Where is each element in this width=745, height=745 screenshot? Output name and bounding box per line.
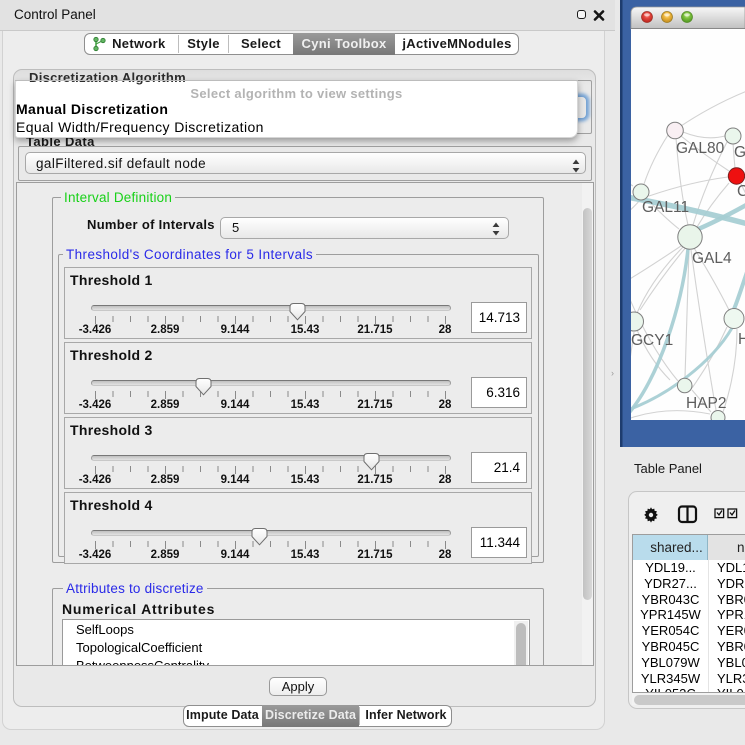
- svg-text:GAL80: GAL80: [676, 140, 725, 157]
- svg-text:H: H: [738, 331, 745, 348]
- svg-text:G.: G.: [734, 144, 745, 161]
- svg-text:HAP2: HAP2: [686, 395, 727, 412]
- svg-text:GCY1: GCY1: [631, 332, 673, 349]
- svg-text:C: C: [737, 183, 745, 200]
- svg-text:GAL4: GAL4: [692, 250, 732, 267]
- svg-text:GAL11: GAL11: [642, 199, 689, 216]
